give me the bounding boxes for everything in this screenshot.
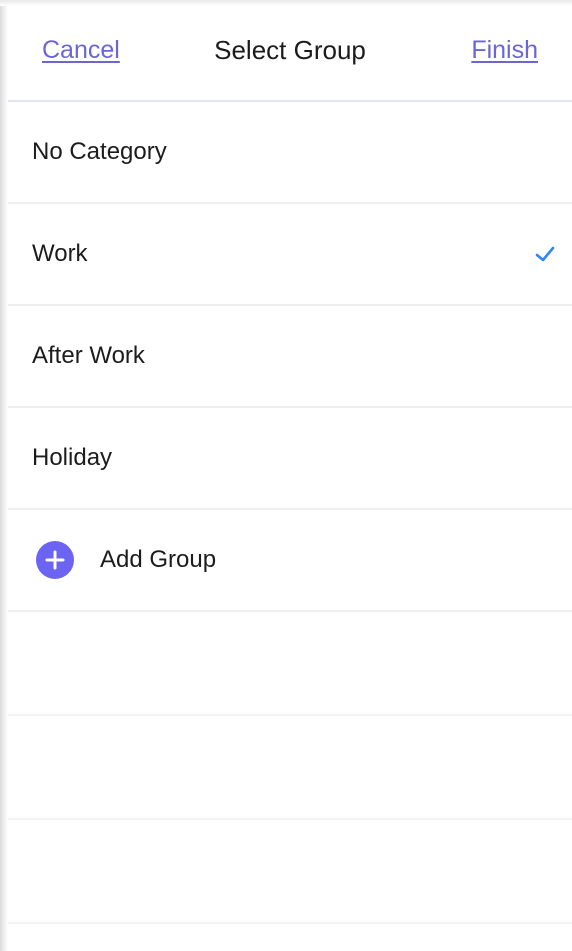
group-label: Work [32, 240, 88, 267]
finish-button[interactable]: Finish [471, 36, 538, 65]
checkmark-icon [535, 246, 555, 262]
group-row-after-work[interactable]: After Work [8, 306, 572, 408]
group-label: No Category [32, 138, 167, 165]
select-group-screen: Cancel Select Group Finish No Category W… [0, 0, 572, 951]
empty-row [8, 716, 572, 820]
group-label: After Work [32, 342, 145, 369]
empty-row [8, 612, 572, 716]
group-row-no-category[interactable]: No Category [8, 102, 572, 204]
group-list: No Category Work After Work Holiday Add … [8, 102, 572, 924]
plus-circle-icon [36, 541, 74, 579]
group-row-work[interactable]: Work [8, 204, 572, 306]
add-group-label: Add Group [100, 546, 217, 573]
empty-row [8, 820, 572, 924]
group-label: Holiday [32, 444, 113, 471]
navigation-bar: Cancel Select Group Finish [8, 0, 572, 102]
group-row-holiday[interactable]: Holiday [8, 408, 572, 510]
add-group-button[interactable]: Add Group [8, 510, 572, 612]
left-edge-shadow [0, 0, 8, 951]
